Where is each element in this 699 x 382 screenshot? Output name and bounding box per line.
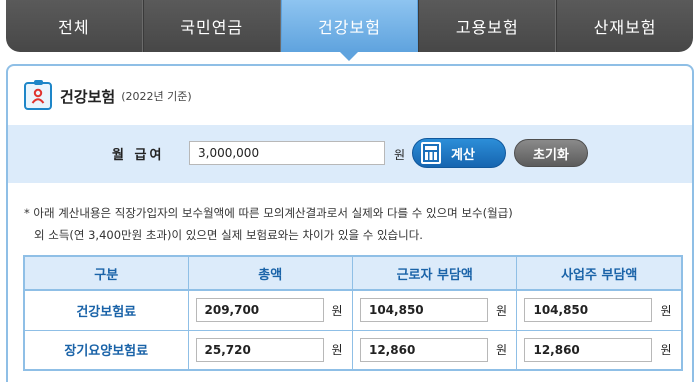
- unit-label: 원: [331, 343, 343, 358]
- unit-label: 원: [660, 343, 672, 358]
- calculation-note: * 아래 계산내용은 직장가입자의 보수월액에 따른 모의계산결과로서 실제와 …: [24, 202, 644, 246]
- note-line-2: 외 소득(연 3,400만원 초과)이 있으면 실제 보험료와는 차이가 있을 …: [34, 228, 423, 242]
- result-table: 구분 총액 근로자 부담액 사업주 부담액 건강보험료 원 원 원: [23, 255, 683, 371]
- note-line-1: * 아래 계산내용은 직장가입자의 보수월액에 따른 모의계산결과로서 실제와 …: [24, 206, 513, 220]
- unit-label: 원: [660, 303, 672, 318]
- insurance-tabs: 전체 국민연금 건강보험 고용보험 산재보험: [6, 0, 693, 61]
- calculator-icon: [421, 142, 441, 164]
- row-label-long-term-care: 장기요양보험료: [23, 329, 189, 371]
- section-title: 건강보험: [60, 87, 116, 106]
- table-header-row: 구분 총액 근로자 부담액 사업주 부담액: [23, 255, 683, 291]
- unit-label: 원: [495, 303, 508, 318]
- clipboard-person-icon: [24, 80, 52, 110]
- unit-label: 원: [495, 343, 508, 358]
- header-employer-share: 사업주 부담액: [516, 255, 683, 291]
- section-subtitle: (2022년 기준): [121, 90, 192, 103]
- table-row: 건강보험료 원 원 원: [23, 289, 683, 331]
- salary-input[interactable]: [189, 141, 385, 165]
- salary-unit: 원: [394, 148, 406, 162]
- unit-label: 원: [331, 303, 343, 318]
- health-employee-field[interactable]: [359, 298, 488, 323]
- reset-button[interactable]: 초기화: [514, 139, 588, 167]
- table-row: 장기요양보험료 원 원 원: [23, 329, 683, 371]
- tab-employment-insurance[interactable]: 고용보험: [418, 0, 557, 52]
- tab-health-insurance[interactable]: 건강보험: [280, 0, 419, 61]
- row-label-health-insurance: 건강보험료: [23, 289, 189, 331]
- tab-all[interactable]: 전체: [6, 0, 143, 52]
- header-employee-share: 근로자 부담액: [351, 255, 518, 291]
- calculator-panel: 건강보험 (2022년 기준) 월 급여 원 계산 초기화 * 아래 계산내용은…: [6, 64, 694, 382]
- header-category: 구분: [23, 255, 189, 291]
- ltc-total-field[interactable]: [195, 337, 324, 362]
- section-header: 건강보험 (2022년 기준): [24, 80, 192, 110]
- tab-national-pension[interactable]: 국민연금: [142, 0, 281, 52]
- calculate-button[interactable]: 계산: [412, 138, 506, 168]
- salary-input-area: 월 급여 원 계산 초기화: [8, 125, 692, 183]
- tab-industrial-accident-insurance[interactable]: 산재보험: [556, 0, 693, 52]
- ltc-employer-field[interactable]: [524, 337, 653, 362]
- salary-label: 월 급여: [112, 148, 165, 163]
- ltc-employee-field[interactable]: [359, 337, 488, 362]
- calculate-button-label: 계산: [451, 147, 475, 163]
- health-employer-field[interactable]: [524, 298, 653, 323]
- header-total: 총액: [187, 255, 353, 291]
- health-total-field[interactable]: [195, 298, 324, 323]
